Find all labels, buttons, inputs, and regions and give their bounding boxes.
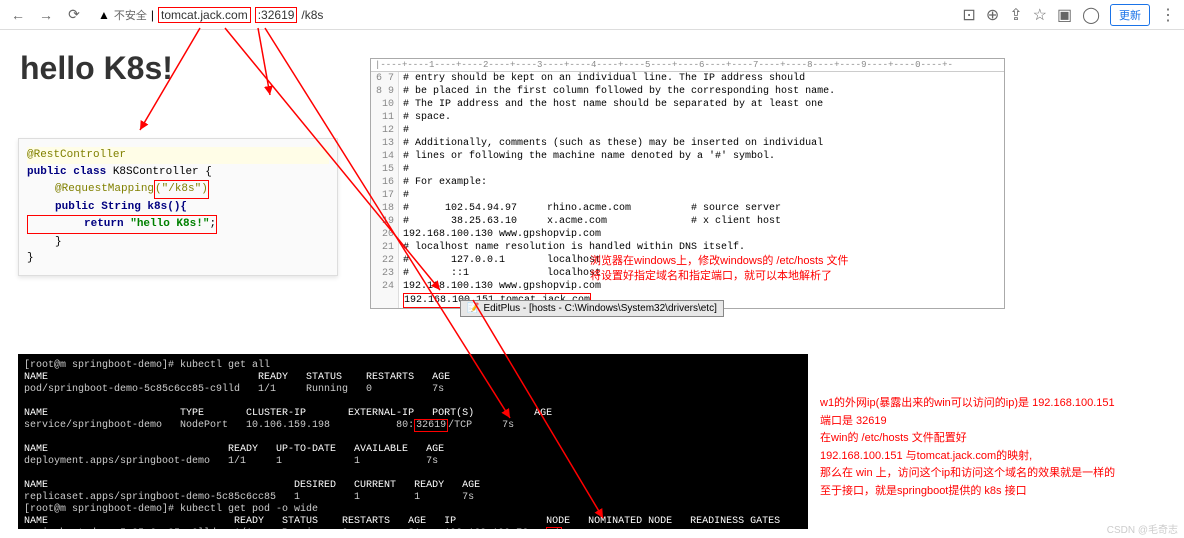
insecure-label: 不安全: [114, 7, 147, 23]
forward-button[interactable]: →: [36, 5, 56, 25]
url-port: :32619: [255, 7, 298, 23]
editplus-icon: 📝: [467, 303, 479, 314]
url-path: /k8s: [301, 8, 323, 22]
profile-icon[interactable]: ◯: [1082, 5, 1100, 25]
zoom-icon[interactable]: ⊕: [986, 5, 999, 25]
address-bar[interactable]: ▲ 不安全 | tomcat.jack.com:32619/k8s: [92, 3, 954, 27]
hosts-note: 浏览器在windows上，修改windows的 /etc/hosts 文件 将设…: [590, 254, 849, 285]
ruler: |----+----1----+----2----+----3----+----…: [371, 59, 1004, 72]
browser-toolbar: ← → ⟳ ▲ 不安全 | tomcat.jack.com:32619/k8s …: [0, 0, 1184, 30]
line-gutter: 6 7 8 9 10 11 12 13 14 15 16 17 18 19 20…: [371, 72, 399, 308]
editplus-titlebar: 📝 EditPlus - [hosts - C:\Windows\System3…: [460, 300, 724, 317]
menu-icon[interactable]: ⋮: [1160, 5, 1176, 25]
terminal[interactable]: [root@m springboot-demo]# kubectl get al…: [18, 354, 808, 529]
reload-button[interactable]: ⟳: [64, 5, 84, 25]
watermark: CSDN @毛奇志: [1107, 521, 1178, 536]
code-snippet: @RestController public class K8SControll…: [18, 138, 338, 276]
page-heading: hello K8s!: [20, 50, 173, 87]
update-button[interactable]: 更新: [1110, 4, 1150, 26]
url-host: tomcat.jack.com: [158, 7, 251, 23]
bookmark-icon[interactable]: ☆: [1033, 5, 1047, 25]
translate-icon[interactable]: ⊡: [962, 5, 975, 25]
annotation: @RestController: [27, 149, 126, 161]
extension-icon[interactable]: ▣: [1057, 5, 1072, 25]
separator: |: [151, 8, 154, 22]
explanation: w1的外网ip(暴露出来的win可以访问的ip)是 192.168.100.15…: [820, 395, 1170, 501]
back-button[interactable]: ←: [8, 5, 28, 25]
toolbar-right: ⊡ ⊕ ⇪ ☆ ▣ ◯ 更新 ⋮: [962, 4, 1176, 26]
warning-icon: ▲: [98, 8, 110, 22]
share-icon[interactable]: ⇪: [1009, 5, 1022, 25]
